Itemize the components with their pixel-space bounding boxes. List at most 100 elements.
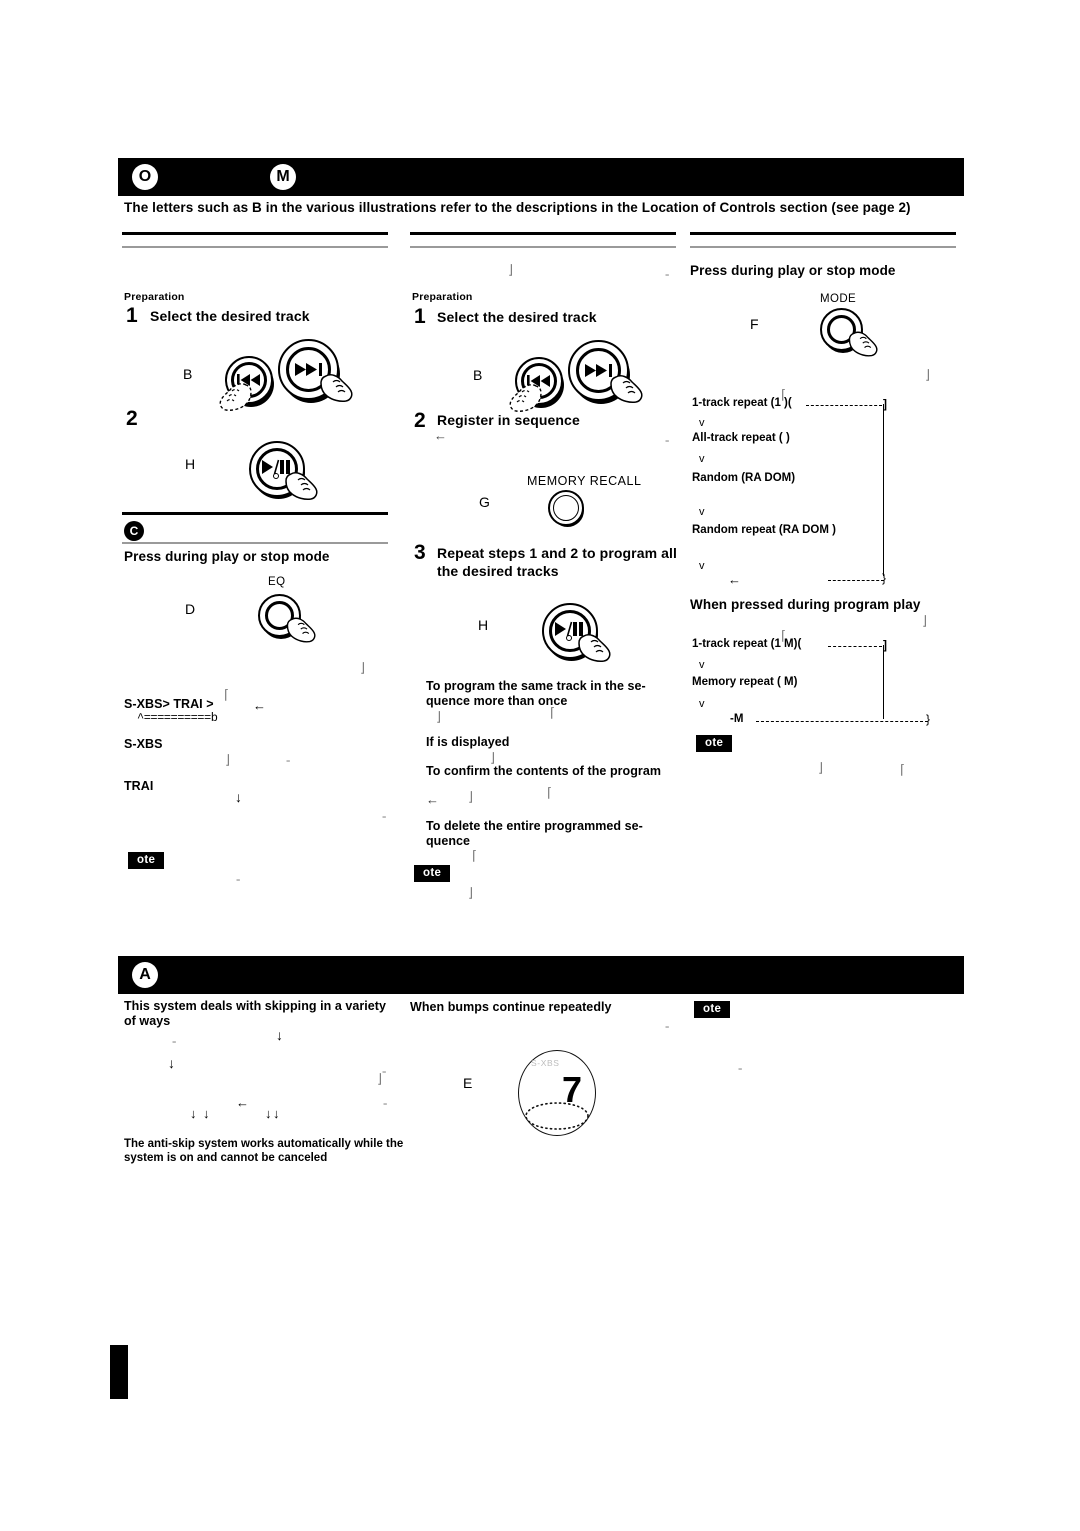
eq-button-illustration[interactable] bbox=[258, 594, 316, 644]
pointing-hand-icon bbox=[219, 383, 252, 411]
pointing-hand-icon bbox=[286, 617, 316, 643]
skip-back-button-illustration[interactable] bbox=[509, 356, 568, 412]
col3-rule-thick bbox=[690, 232, 956, 235]
col1-rule-thin bbox=[122, 246, 388, 248]
scan-artifact: - bbox=[665, 266, 670, 281]
bottom-col1-footer-line2: system is on and cannot be canceled bbox=[124, 1152, 328, 1164]
col2-step3-letter: H bbox=[478, 617, 489, 633]
col1-step1-letter: B bbox=[183, 366, 193, 382]
col3-mode-dash-top bbox=[806, 405, 882, 406]
intro-note: The letters such as B in the various ill… bbox=[124, 200, 911, 215]
pointing-hand-icon bbox=[578, 634, 611, 662]
scan-artifact: ⌋ bbox=[468, 789, 474, 804]
scan-artifact: ⌋ bbox=[360, 660, 366, 675]
col2-step3-title-line1: Repeat steps 1 and 2 to program all bbox=[437, 545, 678, 561]
manual-page: O M The letters such as B in the various… bbox=[0, 0, 1080, 1531]
col3-note-label: ote bbox=[696, 735, 733, 752]
scan-artifact: ⌋ bbox=[377, 1071, 383, 1086]
col2-step1-number: 1 bbox=[414, 305, 426, 328]
bottom-arrow-5: ↓ bbox=[265, 1106, 272, 1121]
scan-artifact: ⌋ bbox=[468, 885, 474, 900]
bottom-arrow-1: ↓ bbox=[276, 1029, 283, 1044]
col3-mode-vertical-connector bbox=[883, 404, 884, 576]
skip-back-button-illustration[interactable] bbox=[219, 355, 278, 411]
col1-step2-letter: H bbox=[185, 456, 196, 472]
section-header-bar-bottom: A bbox=[118, 956, 964, 994]
col2-sub1-line1: To program the same track in the se- bbox=[426, 679, 646, 693]
col1-note-badge: ote bbox=[128, 850, 165, 869]
scan-artifact: - bbox=[382, 1063, 387, 1078]
scan-artifact: ⌋ bbox=[225, 752, 231, 767]
bottom-arrow-2: ↓ bbox=[168, 1057, 175, 1072]
eq-button-caption: EQ bbox=[268, 576, 286, 588]
page-edge-tab bbox=[110, 1345, 128, 1399]
col3-program-chevron-0: v bbox=[699, 659, 705, 671]
col2-memory-letter: G bbox=[479, 494, 490, 510]
col3-program-chevron-1: v bbox=[699, 698, 705, 710]
col2-note-badge: ote bbox=[414, 863, 451, 882]
section-badge-o: O bbox=[132, 164, 158, 190]
bottom-note-label: ote bbox=[694, 1001, 731, 1018]
mode-button-illustration[interactable] bbox=[820, 308, 878, 358]
col2-step2-number: 2 bbox=[414, 409, 426, 432]
col3-mode-item-2: Random (RA DOM) bbox=[692, 472, 796, 484]
scan-artifact: - bbox=[665, 432, 670, 447]
scan-artifact: - bbox=[665, 1018, 670, 1033]
col1-note-label: ote bbox=[128, 852, 165, 869]
play-pause-button-illustration[interactable] bbox=[541, 602, 611, 664]
col1-step2-number: 2 bbox=[126, 407, 138, 430]
col2-sub3: To confirm the contents of the program bbox=[426, 764, 662, 778]
skip-forward-button-illustration[interactable] bbox=[567, 339, 643, 407]
col1-down-arrow: ↓ bbox=[235, 791, 242, 806]
pointing-hand-icon bbox=[509, 384, 542, 412]
pointing-hand-icon bbox=[320, 374, 353, 402]
scan-artifact: ⌋ bbox=[925, 367, 931, 382]
section-header-bar-top: O M bbox=[118, 158, 964, 196]
col3-program-dash-top bbox=[828, 646, 882, 647]
memory-recall-button-illustration[interactable] bbox=[548, 490, 590, 532]
scan-artifact: ⌋ bbox=[818, 760, 824, 775]
col1-step1-number: 1 bbox=[126, 304, 138, 327]
col3-mode-letter: F bbox=[750, 316, 759, 332]
col3-program-brace: } bbox=[926, 712, 931, 726]
col3-program-dash-bottom bbox=[756, 721, 928, 722]
col3-chevron-1: v bbox=[699, 453, 705, 465]
bottom-arrow-left: ← bbox=[236, 1095, 249, 1110]
col3-mode-dash-bottom bbox=[828, 580, 884, 581]
scan-artifact: - bbox=[382, 808, 387, 823]
col1-subsection-rule-thin bbox=[122, 542, 388, 544]
col1-flow-line1-arrow: ← bbox=[253, 698, 266, 713]
scan-artifact: ⌈ bbox=[547, 785, 553, 800]
pointing-hand-icon bbox=[848, 331, 878, 357]
scan-artifact: - bbox=[738, 1060, 743, 1075]
col2-sub4-line1: To delete the entire programmed se- bbox=[426, 819, 643, 833]
pointing-hand-icon bbox=[610, 375, 643, 403]
col3-chevron-3: v bbox=[699, 560, 705, 572]
col1-flow-line2: ^==========b bbox=[137, 711, 218, 725]
col1-flow-line1: S-XBS> TRAI > bbox=[124, 697, 214, 711]
skip-forward-button-illustration[interactable] bbox=[277, 338, 353, 406]
bottom-col1-footer-line1: The anti-skip system works automatically… bbox=[124, 1138, 404, 1150]
col1-eq-letter: D bbox=[185, 601, 196, 617]
section-badge-a: A bbox=[132, 962, 158, 988]
col3-section-title: Press during play or stop mode bbox=[690, 263, 896, 278]
play-pause-button-illustration[interactable] bbox=[248, 440, 318, 502]
bottom-arrow-4: ↓ bbox=[203, 1106, 210, 1121]
col2-sub3-arrow: ← bbox=[426, 792, 439, 807]
col2-note-label: ote bbox=[414, 865, 451, 882]
col2-rule-thick bbox=[410, 232, 676, 235]
col2-preparation-label: Preparation bbox=[412, 291, 473, 303]
col3-program-title: When pressed during program play bbox=[690, 597, 921, 612]
col3-program-item-0: 1-track repeat (1 M)( bbox=[692, 638, 802, 650]
col1-item-trai: TRAI bbox=[124, 779, 154, 793]
bottom-arrow-6: ↓ bbox=[273, 1106, 280, 1121]
col3-rule-thin bbox=[690, 246, 956, 248]
bottom-col2-letter: E bbox=[463, 1075, 473, 1091]
col3-program-item-1: Memory repeat ( M) bbox=[692, 676, 798, 688]
scan-artifact: ⌈ bbox=[550, 705, 556, 720]
col3-program-item-2: -M bbox=[730, 713, 744, 725]
scan-artifact: - bbox=[286, 752, 291, 767]
scan-artifact: - bbox=[172, 1033, 177, 1048]
col2-step3-title-line2: the desired tracks bbox=[437, 563, 559, 579]
scan-artifact: ⌋ bbox=[922, 613, 928, 628]
